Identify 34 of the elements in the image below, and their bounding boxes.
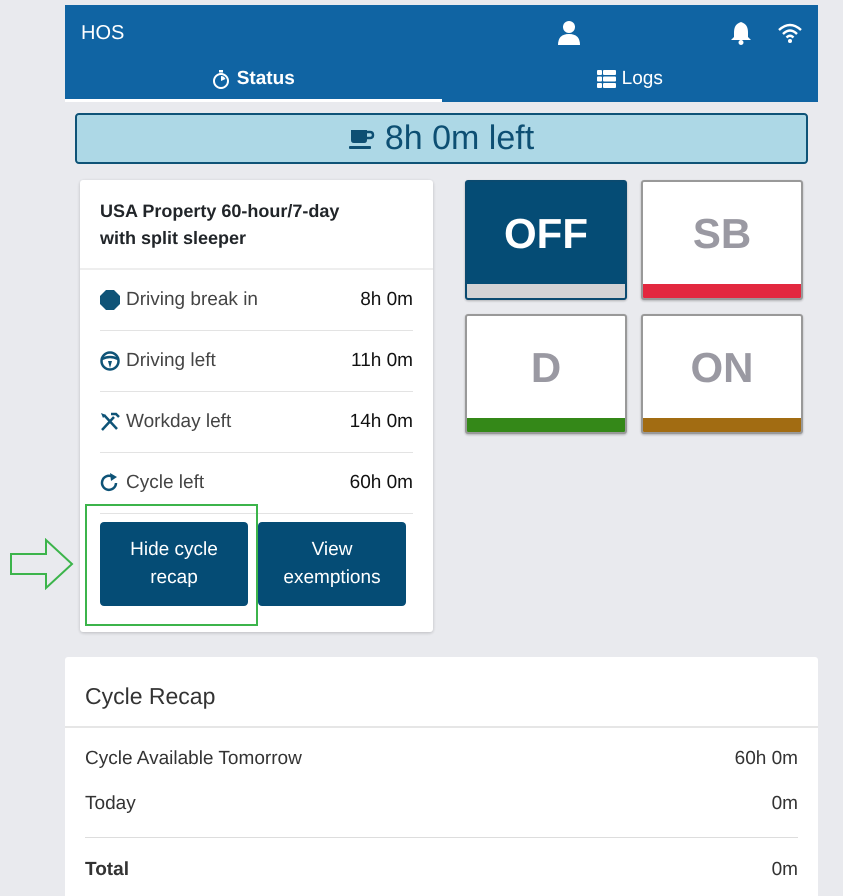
- refresh-icon: [100, 473, 120, 493]
- time-left-text: 8h 0m left: [384, 118, 534, 159]
- ruleset-title: USA Property 60-hour/7-day with split sleeper: [80, 180, 433, 270]
- limit-label: Cycle left: [126, 470, 206, 495]
- limit-label: Driving left: [126, 348, 217, 373]
- stopwatch-icon: [212, 70, 231, 89]
- recap-label: Cycle Available Tomorrow: [85, 746, 302, 770]
- limit-value: 60h 0m: [350, 470, 413, 495]
- steering-wheel-icon: [100, 351, 120, 371]
- list-icon: [596, 70, 616, 89]
- recap-value: 60h 0m: [734, 746, 798, 770]
- bell-icon[interactable]: [730, 20, 752, 44]
- recap-value: 0m: [772, 792, 798, 816]
- duty-status-button[interactable]: OFF: [465, 180, 627, 300]
- recap-label: Total: [85, 858, 129, 882]
- tools-icon: [100, 412, 120, 432]
- tab[interactable]: Status: [65, 60, 442, 102]
- limit-label: Workday left: [126, 410, 232, 434]
- recap-button[interactable]: Hide cycle recap: [100, 522, 248, 606]
- stop-sign-icon: [100, 290, 120, 310]
- coffee-cup-icon: [348, 128, 375, 150]
- recap-value: 0m: [772, 858, 798, 882]
- app-title: HOS: [81, 20, 124, 46]
- wifi-icon[interactable]: [778, 22, 802, 42]
- limit-label: Driving break in: [126, 288, 259, 312]
- limit-value: 8h 0m: [360, 288, 413, 312]
- limit-value: 14h 0m: [350, 410, 413, 434]
- recap-label: Today: [85, 792, 136, 816]
- user-icon[interactable]: [558, 20, 580, 44]
- exemptions-button[interactable]: View exemptions: [258, 522, 406, 606]
- cycle-recap-title: Cycle Recap: [65, 657, 818, 728]
- tab[interactable]: Logs: [442, 60, 818, 102]
- limit-value: 11h 0m: [351, 348, 413, 373]
- pointer-arrow-icon: [10, 538, 74, 590]
